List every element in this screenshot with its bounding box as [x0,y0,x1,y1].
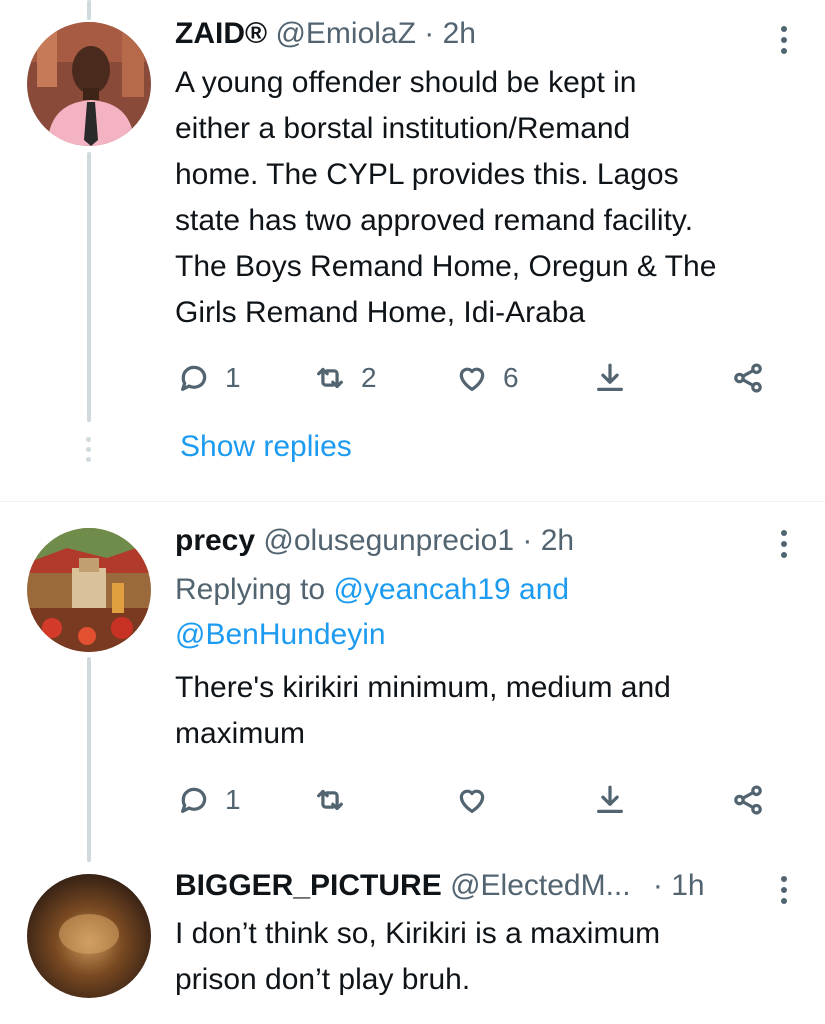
heart-icon [459,789,485,813]
reply-count: 1 [225,362,241,393]
thread-line [87,152,91,422]
avatar-image [27,528,151,652]
user-handle[interactable]: @EmiolaZ [275,17,415,50]
display-name[interactable]: ZAID® [175,17,267,50]
mention-link[interactable]: @BenHundeyin [175,618,386,651]
tweet-actions: 1 2 6 [175,358,775,398]
replying-to: Replying to @yeancah19 and @BenHundeyin [175,567,795,657]
like-button[interactable]: 6 [455,358,519,398]
tweet-text: I don’t think so, Kirikiri is a maximum … [175,911,795,1003]
share-arrow-icon [597,363,623,391]
share-button[interactable] [593,358,627,398]
reply-button[interactable]: 1 [177,780,241,820]
user-handle[interactable]: @olusegunprecio1 [263,524,514,557]
show-replies-link[interactable]: Show replies [180,430,352,464]
timestamp[interactable]: · 1h [653,869,705,902]
reply-icon [181,787,207,813]
divider [0,501,825,502]
avatar[interactable] [27,874,151,998]
reply-button[interactable]: 1 [177,358,241,398]
tweet-text-line: either a borstal institution/Remand [175,112,631,145]
tweet-text-line: A young offender should be kept in [175,66,637,99]
avatar[interactable] [27,528,151,652]
tweet-text: A young offender should be kept in eithe… [175,60,795,336]
timestamp[interactable]: · 2h [424,17,476,50]
tweet-text-line: The Boys Remand Home, Oregun & The [175,250,717,283]
more-options-icon[interactable] [780,26,788,59]
thread-line [87,0,91,20]
replying-and[interactable]: and [519,573,569,606]
retweet-button[interactable] [313,780,347,820]
share-network-icon [734,785,762,815]
share-network-icon [734,363,762,393]
more-options-icon[interactable] [780,876,788,909]
timestamp[interactable]: · 2h [522,524,574,557]
share-network-button[interactable] [731,358,765,398]
retweet-icon [317,789,343,811]
share-button[interactable] [593,780,627,820]
tweet-header: BIGGER_PICTURE @ElectedM... · 1h [175,869,765,903]
like-button[interactable] [455,780,489,820]
display-name[interactable]: precy [175,524,255,557]
share-arrow-icon [597,785,623,813]
mention-link[interactable]: @yeancah19 [333,573,510,606]
tweet-text-line: home. The CYPL provides this. Lagos [175,158,679,191]
tweet-header: precy @olusegunprecio1 · 2h [175,524,765,558]
avatar[interactable] [27,22,151,146]
more-options-icon[interactable] [780,530,788,563]
tweet-text-line: I don’t think so, Kirikiri is a maximum [175,917,661,950]
tweet-text-line: Girls Remand Home, Idi-Araba [175,296,586,329]
thread-line [87,657,91,862]
avatar-image [27,22,151,146]
retweet-button[interactable]: 2 [313,358,377,398]
display-name[interactable]: BIGGER_PICTURE [175,869,442,902]
share-network-button[interactable] [731,780,765,820]
tweet-text: There's kirikiri minimum, medium and max… [175,665,795,757]
avatar-image [27,874,151,998]
tweet-actions: 1 [175,780,775,820]
replying-to-label: Replying to [175,573,326,606]
reply-icon [181,365,207,391]
tweet-header: ZAID® @EmiolaZ · 2h [175,17,765,51]
like-count: 6 [503,362,519,393]
tweet-text-line: prison don’t play bruh. [175,963,471,996]
retweet-count: 2 [361,362,377,393]
thread-gap-dots [86,437,94,467]
tweet-text-line: state has two approved remand facility. [175,204,694,237]
retweet-icon [317,367,343,389]
tweet-text-line: maximum [175,717,306,750]
tweet-text-line: There's kirikiri minimum, medium and [175,671,671,704]
user-handle[interactable]: @ElectedM... [450,869,631,902]
reply-count: 1 [225,784,241,815]
heart-icon [459,367,485,391]
